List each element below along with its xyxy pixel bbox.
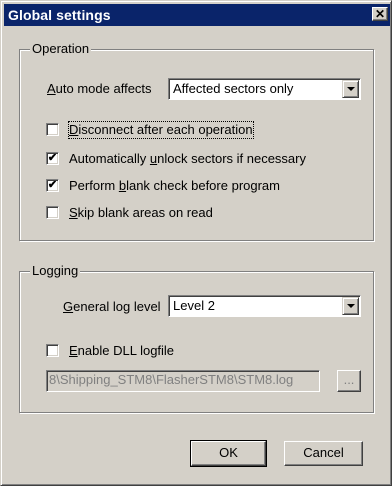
auto-mode-value: Affected sectors only <box>173 81 294 96</box>
chevron-down-icon[interactable] <box>342 80 359 98</box>
dialog-title: Global settings <box>8 7 111 23</box>
checkbox-box[interactable]: ✔ <box>46 179 59 192</box>
log-level-label: General log level <box>63 299 161 314</box>
checkbox-box[interactable]: ✔ <box>46 152 59 165</box>
enable-dll-logfile-label: Enable DLL logfile <box>69 343 175 358</box>
logfile-path-field: 8\Shipping_STM8\FlasherSTM8\STM8.log <box>46 370 320 392</box>
log-level-value: Level 2 <box>173 298 215 313</box>
ok-button[interactable]: OK <box>190 440 267 467</box>
close-icon: ✕ <box>374 7 386 21</box>
blank-check-label: Perform blank check before program <box>69 178 280 193</box>
operation-group-label: Operation <box>30 41 92 57</box>
cancel-button[interactable]: Cancel <box>284 441 363 466</box>
disconnect-label: Disconnect after each operation <box>68 121 254 139</box>
auto-unlock-label: Automatically unlock sectors if necessar… <box>69 151 306 166</box>
log-level-select[interactable]: Level 2 <box>168 295 361 317</box>
auto-mode-label: Auto mode affects <box>47 81 152 96</box>
checkbox-box[interactable] <box>46 206 59 219</box>
checkbox-box[interactable] <box>46 123 59 136</box>
close-button[interactable]: ✕ <box>372 7 388 21</box>
logging-group-label: Logging <box>30 263 81 279</box>
chevron-down-icon[interactable] <box>342 297 359 315</box>
global-settings-dialog: Global settings ✕ Operation Auto mode af… <box>0 0 392 486</box>
title-bar[interactable]: Global settings ✕ <box>4 4 390 26</box>
checkbox-box[interactable] <box>46 344 59 357</box>
browse-button[interactable]: ... <box>337 370 361 392</box>
auto-mode-select[interactable]: Affected sectors only <box>168 78 361 100</box>
skip-blank-label: Skip blank areas on read <box>69 205 213 220</box>
